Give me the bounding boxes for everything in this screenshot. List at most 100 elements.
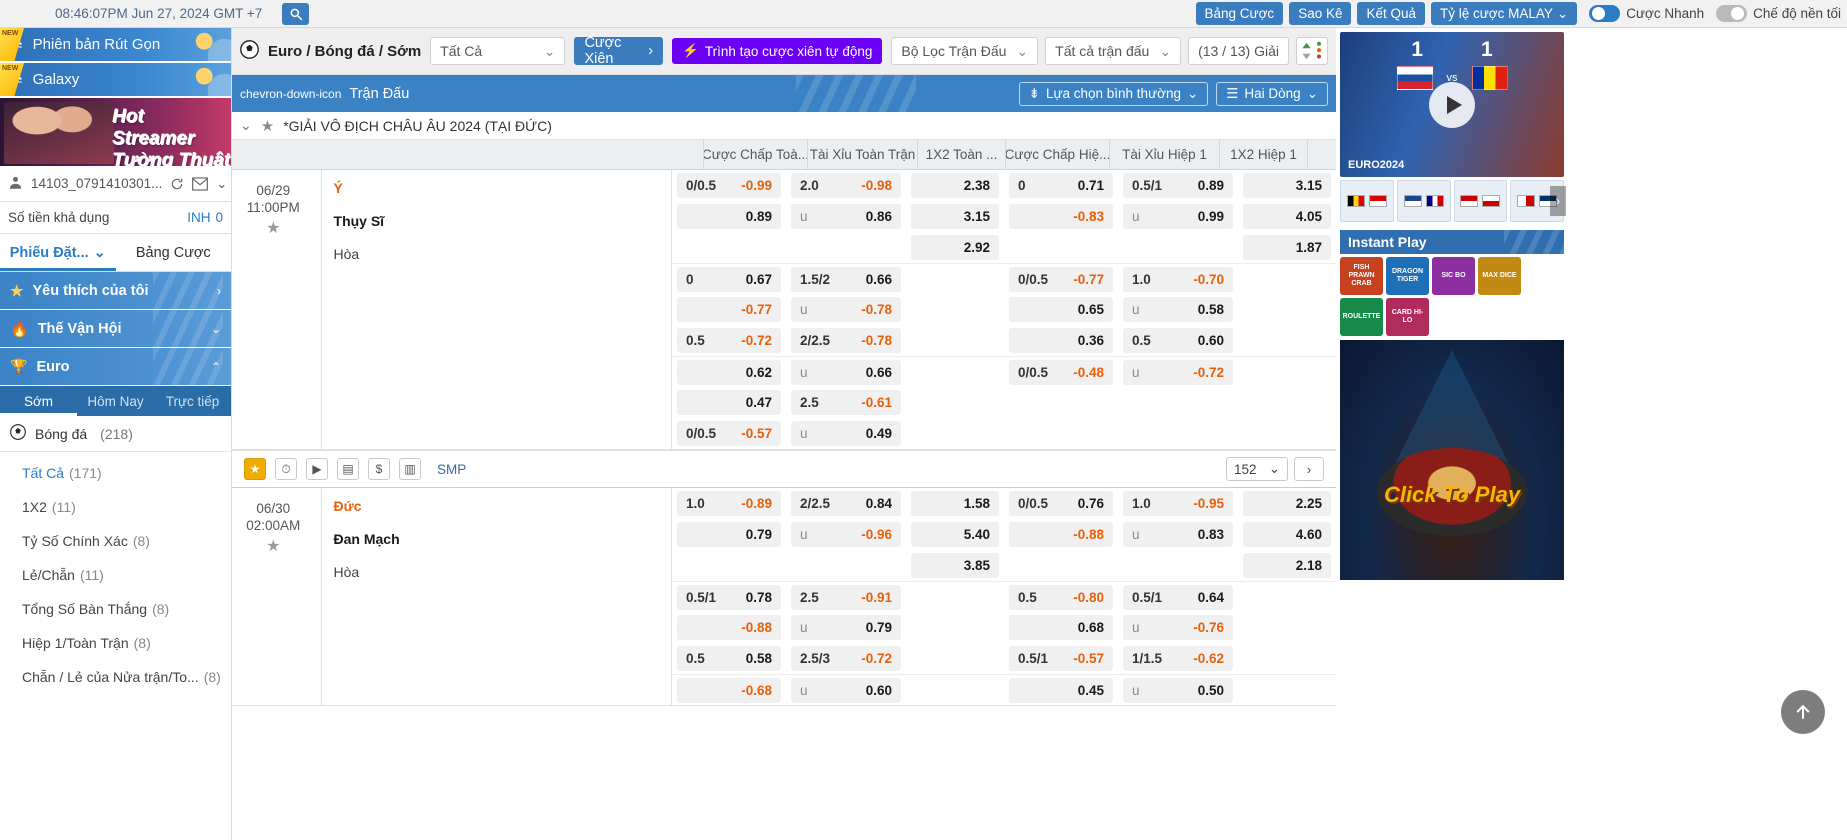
odds-cell[interactable]: 0.45 — [1009, 677, 1113, 703]
subtab-live[interactable]: Trực tiếp — [154, 386, 231, 416]
casino-promo[interactable]: Click To Play — [1340, 340, 1564, 580]
odds-cell[interactable]: 1.0 -0.70 — [1123, 266, 1233, 292]
odds-cell[interactable]: 2/2.5 0.84 — [791, 491, 901, 516]
statement-button[interactable]: Sao Kê — [1289, 2, 1352, 25]
odds-cell[interactable]: -0.88 — [677, 615, 781, 640]
smp-button[interactable]: SMP — [430, 458, 474, 480]
match-filter-select[interactable]: Bộ Lọc Trận Đấu ⌄ — [891, 37, 1039, 65]
team-away[interactable]: Đan Mạch — [334, 531, 671, 547]
stopwatch-icon[interactable]: ⏱ — [275, 458, 297, 480]
odds-cell[interactable]: u 0.66 — [791, 359, 901, 385]
instant-game-tile[interactable]: FISH PRAWN CRAB — [1340, 257, 1383, 295]
tab-bet-list[interactable]: Bảng Cược — [116, 234, 232, 271]
star-icon[interactable]: ★ — [261, 117, 274, 135]
odds-cell[interactable]: 0.5/1 0.89 — [1123, 173, 1233, 198]
odds-cell[interactable]: -0.88 — [1009, 522, 1113, 547]
odds-cell[interactable]: u -0.78 — [791, 297, 901, 322]
instant-game-tile[interactable]: SIC BO — [1432, 257, 1475, 295]
play-icon[interactable]: ▶ — [306, 458, 328, 480]
odds-cell[interactable]: 0.5/1 0.78 — [677, 584, 781, 610]
bet-list-button[interactable]: Bảng Cược — [1195, 2, 1284, 25]
odds-cell[interactable]: 0.68 — [1009, 615, 1113, 640]
scroll-to-top-button[interactable] — [1781, 690, 1825, 734]
odds-cell[interactable]: 0.62 — [677, 359, 781, 385]
rows-mode-select[interactable]: ☰ Hai Dòng ⌄ — [1216, 81, 1328, 106]
odds-cell[interactable]: -0.68 — [677, 677, 781, 703]
league-filter-select[interactable]: Tất Cả ⌄ — [430, 37, 566, 65]
match-thumb-3[interactable] — [1453, 180, 1508, 222]
subtab-early[interactable]: Sớm — [0, 386, 77, 416]
instant-game-tile[interactable]: DRAGON TIGER — [1386, 257, 1429, 295]
odds-cell[interactable]: 1.87 — [1243, 235, 1331, 260]
odds-cell[interactable]: 2.5 -0.61 — [791, 390, 901, 415]
odds-cell[interactable]: 2.25 — [1243, 491, 1331, 516]
favorite-star-icon[interactable]: ★ — [232, 220, 315, 237]
odds-cell[interactable]: 0/0.5 -0.57 — [677, 421, 781, 446]
odds-cell[interactable]: u 0.60 — [791, 677, 901, 703]
market-odd-even[interactable]: Lẻ/Chẵn (11) — [0, 558, 231, 592]
view-mode-select[interactable]: ⇟ Lựa chọn bình thường ⌄ — [1018, 81, 1209, 106]
odds-cell[interactable]: u -0.96 — [791, 522, 901, 547]
odds-cell[interactable]: 0 0.67 — [677, 266, 781, 292]
market-total-goals[interactable]: Tổng Số Bàn Thắng (8) — [0, 592, 231, 626]
parlay-button[interactable]: Cược Xiên › — [574, 35, 664, 67]
odds-cell[interactable]: 4.05 — [1243, 204, 1331, 229]
odds-cell[interactable]: 0 0.71 — [1009, 173, 1113, 198]
dollar-icon[interactable]: $ — [368, 458, 390, 480]
market-correct-score[interactable]: Tỷ Số Chính Xác (8) — [0, 524, 231, 558]
market-half-full[interactable]: Hiệp 1/Toàn Trận (8) — [0, 626, 231, 660]
odds-cell[interactable]: 4.60 — [1243, 522, 1331, 547]
odds-cell[interactable]: 2/2.5 -0.78 — [791, 328, 901, 353]
dark-mode-toggle[interactable] — [1716, 5, 1748, 22]
odds-cell[interactable]: 0/0.5 -0.77 — [1009, 266, 1113, 292]
chevron-down-icon[interactable]: ⌄ — [216, 176, 227, 192]
page-size-select[interactable]: 152 ⌄ — [1226, 457, 1288, 481]
instant-game-tile[interactable]: ROULETTE — [1340, 298, 1383, 336]
odds-cell[interactable]: 5.40 — [911, 522, 999, 547]
odds-cell[interactable]: 0/0.5 0.76 — [1009, 491, 1113, 516]
team-away[interactable]: Thụy Sĩ — [334, 213, 671, 229]
next-page-button[interactable]: › — [1294, 457, 1324, 481]
odds-cell[interactable]: 1.58 — [911, 491, 999, 516]
odds-cell[interactable]: 0.36 — [1009, 328, 1113, 353]
odds-cell[interactable]: 2.0 -0.98 — [791, 173, 901, 198]
promo-lite-version[interactable]: NEW ⇌ Phiên bản Rút Gọn — [0, 28, 231, 61]
odds-cell[interactable]: u 0.86 — [791, 204, 901, 229]
search-icon[interactable] — [282, 2, 310, 25]
subtab-today[interactable]: Hôm Nay — [77, 386, 154, 416]
quick-bet-toggle[interactable] — [1589, 5, 1621, 22]
odds-cell[interactable]: u 0.49 — [791, 421, 901, 446]
odds-cell[interactable]: u 0.99 — [1123, 204, 1233, 229]
tab-bet-slip[interactable]: Phiếu Đặt... ⌄ — [0, 234, 116, 271]
star-icon[interactable]: ★ — [244, 458, 266, 480]
odds-cell[interactable]: 0.79 — [677, 522, 781, 547]
instant-game-tile[interactable]: CARD HI-LO — [1386, 298, 1429, 336]
odds-cell[interactable]: 1/1.5 -0.62 — [1123, 646, 1233, 671]
odds-cell[interactable]: 0.5 0.60 — [1123, 328, 1233, 353]
chevron-down-icon[interactable]: chevron-down-icon — [240, 87, 341, 101]
team-home[interactable]: Đức — [334, 498, 671, 514]
favorite-star-icon[interactable]: ★ — [232, 538, 315, 555]
odds-cell[interactable]: 3.85 — [911, 553, 999, 578]
results-button[interactable]: Kết Quả — [1357, 2, 1426, 25]
odds-cell[interactable]: u -0.72 — [1123, 359, 1233, 385]
chevron-down-icon[interactable]: ⌄ — [240, 117, 252, 134]
odds-cell[interactable]: u 0.83 — [1123, 522, 1233, 547]
odds-cell[interactable]: 0.89 — [677, 204, 781, 229]
mail-icon[interactable] — [192, 176, 209, 191]
stats-icon[interactable]: ▥ — [399, 458, 421, 480]
odds-cell[interactable]: 0/0.5 -0.48 — [1009, 359, 1113, 385]
match-thumb-2[interactable] — [1396, 180, 1451, 222]
sidebar-item-favorites[interactable]: ★ Yêu thích của tôi › — [0, 272, 231, 310]
odds-cell[interactable]: u 0.79 — [791, 615, 901, 640]
odds-cell[interactable]: 0.5/1 -0.57 — [1009, 646, 1113, 671]
odds-cell[interactable]: 2.38 — [911, 173, 999, 198]
league-count-display[interactable]: (13 / 13) Giải — [1188, 37, 1289, 65]
odds-cell[interactable]: 0.47 — [677, 390, 781, 415]
odds-cell[interactable]: 0.65 — [1009, 297, 1113, 322]
odds-cell[interactable]: 1.0 -0.95 — [1123, 491, 1233, 516]
sidebar-item-olympics[interactable]: 🔥 Thế Vận Hội ⌄ — [0, 310, 231, 348]
odds-cell[interactable]: 0.5/1 0.64 — [1123, 584, 1233, 610]
play-icon[interactable] — [1429, 81, 1475, 128]
promo-galaxy[interactable]: NEW ⇌ Galaxy — [0, 63, 231, 96]
